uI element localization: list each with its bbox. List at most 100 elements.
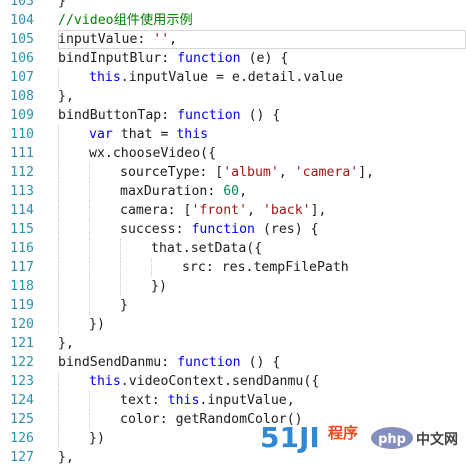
token-plain: camera: [	[120, 203, 192, 218]
token-keyword: function	[177, 355, 241, 370]
code-line[interactable]: bindSendDanmu: function () {	[58, 353, 466, 372]
token-plain: })	[151, 279, 167, 294]
line-number: 121	[10, 336, 34, 351]
watermark-site: php 中文网	[371, 427, 459, 449]
indent-guide	[89, 182, 90, 201]
token-keyword: this	[176, 127, 209, 142]
token-plain: ,	[247, 203, 263, 218]
line-number: 123	[10, 374, 34, 389]
indent-guide	[89, 239, 90, 258]
indent-guide	[58, 296, 59, 315]
code-line[interactable]: this.inputValue = e.detail.value	[58, 68, 466, 87]
indent-guide	[58, 277, 59, 296]
indent-guide	[58, 220, 59, 239]
token-plain: that.setData({	[151, 241, 263, 256]
line-number: 122	[10, 355, 34, 370]
code-line[interactable]: text: this.inputValue,	[58, 391, 466, 410]
token-plain: ],	[358, 165, 375, 180]
line-number: 124	[10, 393, 34, 408]
line-number: 104	[10, 13, 34, 28]
token-plain: },	[58, 450, 74, 464]
code-line[interactable]: wx.chooseVideo({	[58, 144, 466, 163]
token-plain: that =	[112, 127, 177, 142]
indent-guide	[58, 391, 59, 410]
token-plain: .videoContext.sendDanmu({	[120, 374, 320, 389]
token-plain: (e) {	[240, 51, 289, 66]
indent-guide	[58, 258, 59, 277]
indent-guide	[58, 182, 59, 201]
code-area[interactable]: }//video组件使用示例 inputValue: '', bindInputBl…	[58, 0, 466, 464]
indent-guide	[89, 296, 90, 315]
indent-guide	[58, 429, 59, 448]
token-plain: ,	[169, 32, 178, 47]
token-plain: .inputValue,	[199, 393, 295, 408]
token-keyword: this	[89, 70, 121, 85]
code-line[interactable]: this.videoContext.sendDanmu({	[58, 372, 466, 391]
code-line[interactable]: maxDuration: 60,	[58, 182, 466, 201]
indent-guide	[58, 315, 59, 334]
line-number: 110	[10, 127, 34, 142]
line-number: 119	[10, 298, 34, 313]
line-number: 116	[10, 241, 34, 256]
token-plain: ,	[239, 184, 248, 199]
code-line[interactable]: bindButtonTap: function () {	[58, 106, 466, 125]
indent-guide	[89, 277, 90, 296]
code-line[interactable]: sourceType: ['album', 'camera'],	[58, 163, 466, 182]
code-line[interactable]: },	[58, 334, 466, 353]
token-keyword: function	[191, 222, 255, 237]
code-line-current[interactable]: inputValue: '',	[58, 30, 466, 49]
code-line[interactable]: }	[58, 296, 466, 315]
token-plain: })	[89, 317, 105, 332]
code-line[interactable]: }	[58, 0, 466, 11]
indent-guide	[58, 239, 59, 258]
line-number: 106	[10, 51, 34, 66]
token-plain: })	[89, 431, 105, 446]
code-line[interactable]: var that = this	[58, 125, 466, 144]
code-line[interactable]: bindInputBlur: function (e) {	[58, 49, 466, 68]
code-line[interactable]: },	[58, 87, 466, 106]
indent-guide	[89, 391, 90, 410]
line-number: 126	[10, 431, 34, 446]
code-line[interactable]: success: function (res) {	[58, 220, 466, 239]
watermark: 51JI 程序 php 中文网	[258, 418, 460, 454]
line-number: 103	[10, 0, 34, 9]
code-line[interactable]: //video组件使用示例	[58, 11, 466, 30]
watermark-site-cn: 中文网	[416, 431, 458, 448]
token-plain: bindInputBlur:	[58, 51, 178, 66]
line-number: 127	[10, 450, 34, 464]
indent-guide	[120, 258, 121, 277]
token-keyword: this	[89, 374, 121, 389]
line-number: 108	[10, 89, 34, 104]
line-number: 107	[10, 70, 34, 85]
line-number: 125	[10, 412, 34, 427]
indent-guide	[58, 125, 59, 144]
token-plain: ,	[278, 165, 295, 180]
token-plain: success:	[120, 222, 192, 237]
token-plain: (res) {	[255, 222, 319, 237]
token-plain: () {	[240, 355, 281, 370]
token-plain: },	[58, 89, 74, 104]
code-line[interactable]: })	[58, 277, 466, 296]
token-string: 'album'	[223, 165, 279, 180]
code-line[interactable]: src: res.tempFilePath	[58, 258, 466, 277]
token-plain: bindSendDanmu:	[58, 355, 178, 370]
code-line[interactable]: camera: ['front', 'back'],	[58, 201, 466, 220]
token-string: 'camera'	[294, 165, 359, 180]
token-plain: src: res.tempFilePath	[182, 260, 349, 275]
line-number: 115	[10, 222, 34, 237]
code-editor[interactable]: 103 104 105 106 107 108 109 110 111 112 113 114 115 1…	[0, 0, 466, 464]
token-keyword: function	[177, 108, 241, 123]
indent-guide	[89, 410, 90, 429]
line-number: 105	[10, 32, 34, 47]
indent-guide	[58, 372, 59, 391]
code-line[interactable]: })	[58, 315, 466, 334]
indent-guide	[58, 144, 59, 163]
token-keyword: var	[89, 127, 113, 142]
code-line[interactable]: that.setData({	[58, 239, 466, 258]
token-keyword: this	[167, 393, 200, 408]
indent-guide	[58, 163, 59, 182]
line-number: 113	[10, 184, 34, 199]
token-plain: }	[58, 0, 66, 9]
indent-guide	[58, 68, 59, 87]
indent-guide	[58, 201, 59, 220]
